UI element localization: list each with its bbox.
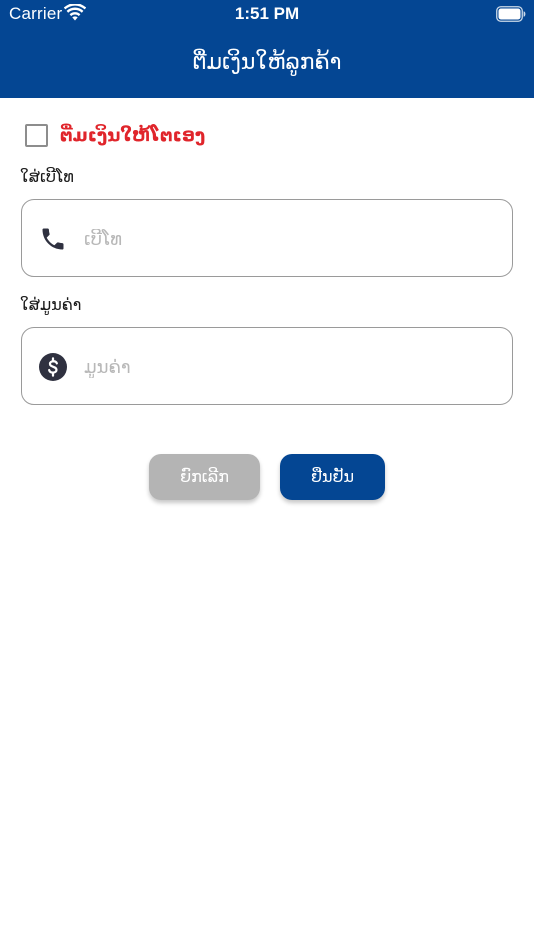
amount-field[interactable] — [21, 327, 513, 405]
self-topup-label[interactable]: ຕື່ມເງິນໃຫ້ໂຕເອງ — [60, 125, 205, 146]
topup-customer-screen: Carrier 1:51 PM ຕື່ມເງິນໃຫ້ລູກຄ້າ ຕື່ມເງ… — [0, 0, 534, 950]
battery-icon — [496, 6, 526, 22]
confirm-button[interactable]: ຢືນຢັນ — [280, 454, 385, 500]
amount-field-label: ໃສ່ມູນຄ່າ — [20, 295, 82, 314]
phone-field-label: ໃສ່ເບີໂທ — [20, 167, 74, 186]
dollar-icon — [39, 353, 67, 381]
phone-field[interactable] — [21, 199, 513, 277]
status-bar: Carrier 1:51 PM — [0, 0, 534, 30]
phone-input[interactable] — [82, 218, 496, 260]
phone-icon — [42, 228, 64, 250]
status-time: 1:51 PM — [234, 4, 300, 23]
page-title: ຕື່ມເງິນໃຫ້ລູກຄ້າ — [192, 50, 342, 75]
cancel-button[interactable]: ຍົກເລີກ — [149, 454, 260, 500]
self-topup-checkbox[interactable] — [25, 123, 48, 147]
amount-input[interactable] — [82, 346, 496, 388]
header-bar: Carrier 1:51 PM ຕື່ມເງິນໃຫ້ລູກຄ້າ — [0, 0, 534, 98]
self-topup-option[interactable]: ຕື່ມເງິນໃຫ້ໂຕເອງ — [25, 122, 205, 148]
